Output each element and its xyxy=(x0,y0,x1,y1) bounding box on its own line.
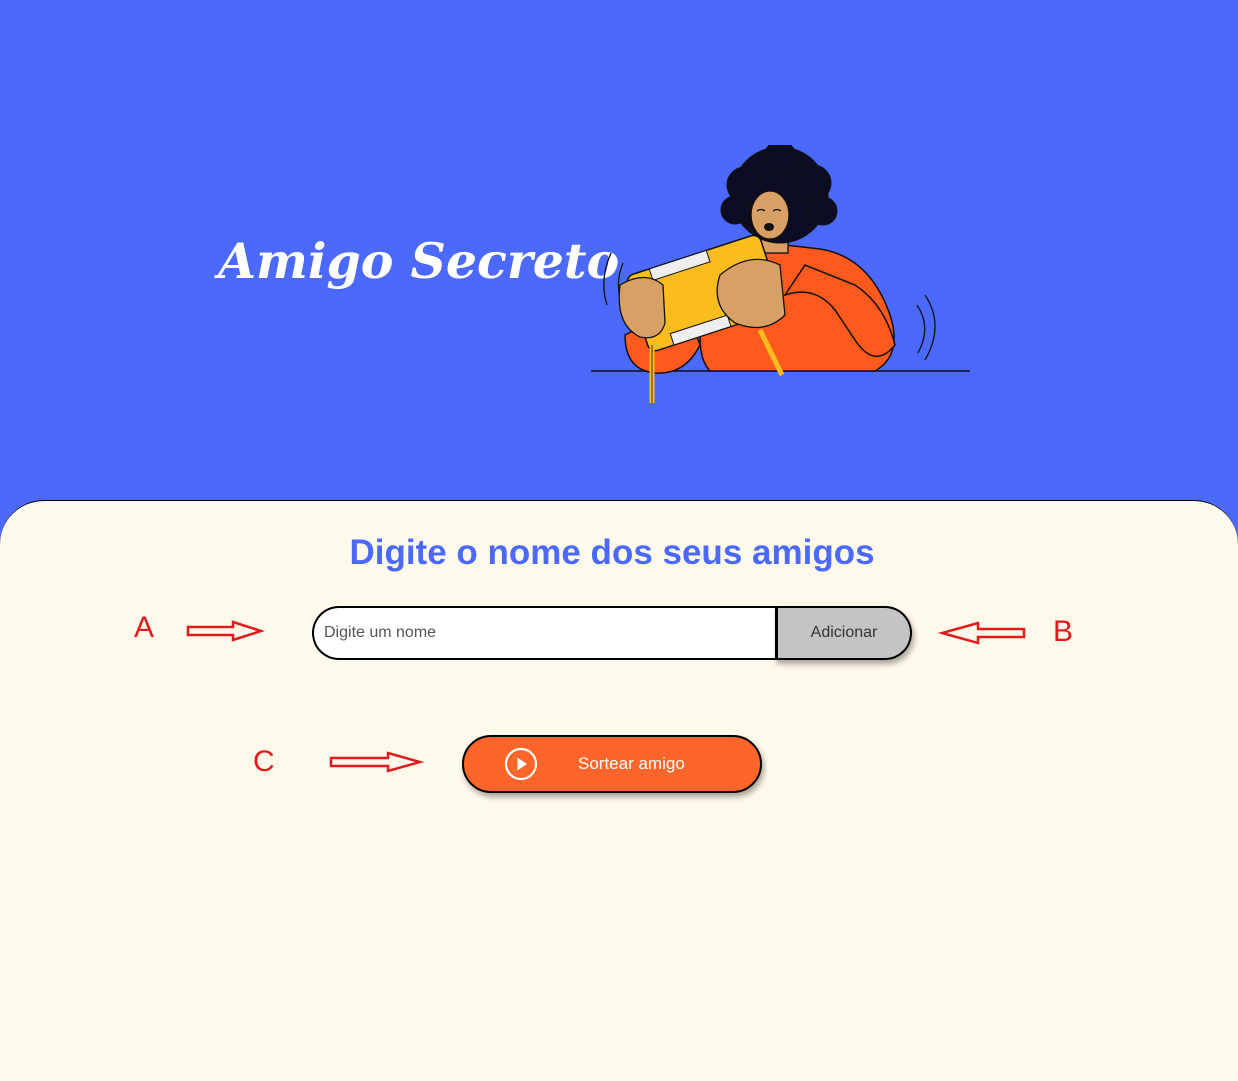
header-section: Amigo Secreto xyxy=(0,0,1238,520)
draw-friend-button[interactable]: Sortear amigo xyxy=(462,735,762,793)
main-card: Digite o nome dos seus amigos Adicionar … xyxy=(0,500,1238,1081)
left-arrow-icon xyxy=(938,621,1026,645)
page: Amigo Secreto Digite o nome dos seus ami… xyxy=(0,0,1238,1081)
annotation-label-b: B xyxy=(1053,615,1074,648)
section-heading: Digite o nome dos seus amigos xyxy=(349,533,875,572)
add-button[interactable]: Adicionar xyxy=(775,606,912,660)
right-arrow-icon xyxy=(329,751,424,773)
annotation-label-c: C xyxy=(253,745,275,778)
add-friend-form: Adicionar xyxy=(312,606,912,660)
page-title: Amigo Secreto xyxy=(218,232,620,290)
name-input[interactable] xyxy=(312,606,780,660)
right-arrow-icon xyxy=(186,620,265,642)
annotation-label-a: A xyxy=(134,611,155,644)
play-circle-icon xyxy=(504,747,538,781)
draw-button-label: Sortear amigo xyxy=(578,754,685,773)
hero-illustration xyxy=(591,145,970,403)
